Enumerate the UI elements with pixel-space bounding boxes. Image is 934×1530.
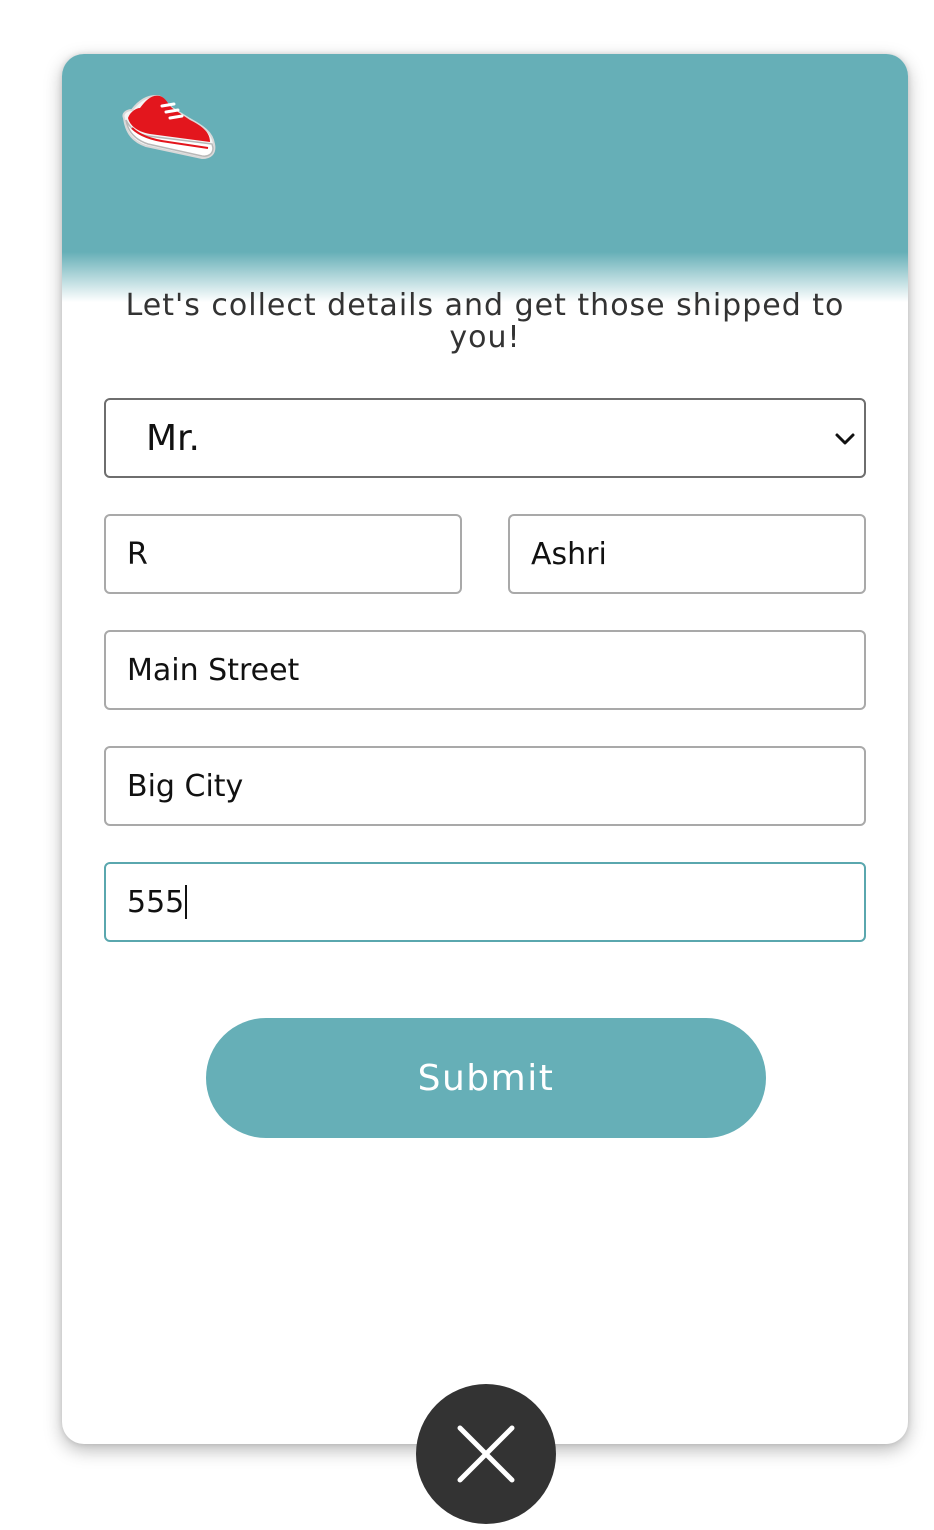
submit-button[interactable]: Submit — [206, 1018, 766, 1138]
close-button[interactable] — [416, 1384, 556, 1524]
first-name-value: R — [127, 536, 148, 572]
last-name-value: Ashri — [531, 536, 607, 572]
title-select-value: Mr. — [146, 417, 200, 459]
last-name-input[interactable]: Ashri — [508, 514, 866, 594]
zip-value: 555 — [127, 884, 185, 920]
submit-label: Submit — [417, 1057, 555, 1099]
shipping-form-card: Let's collect details and get those ship… — [62, 54, 908, 1444]
city-input[interactable]: Big City — [104, 746, 866, 826]
title-select[interactable]: Mr. — [104, 398, 866, 478]
first-name-input[interactable]: R — [104, 514, 462, 594]
chevron-down-icon — [835, 433, 855, 445]
street-value: Main Street — [127, 652, 300, 688]
city-value: Big City — [127, 768, 244, 804]
intro-text: Let's collect details and get those ship… — [125, 288, 845, 355]
running-shoe-icon — [122, 94, 216, 160]
text-cursor — [185, 885, 188, 919]
header-banner — [62, 54, 908, 304]
close-icon — [457, 1425, 515, 1483]
zip-input[interactable]: 555 — [104, 862, 866, 942]
street-input[interactable]: Main Street — [104, 630, 866, 710]
